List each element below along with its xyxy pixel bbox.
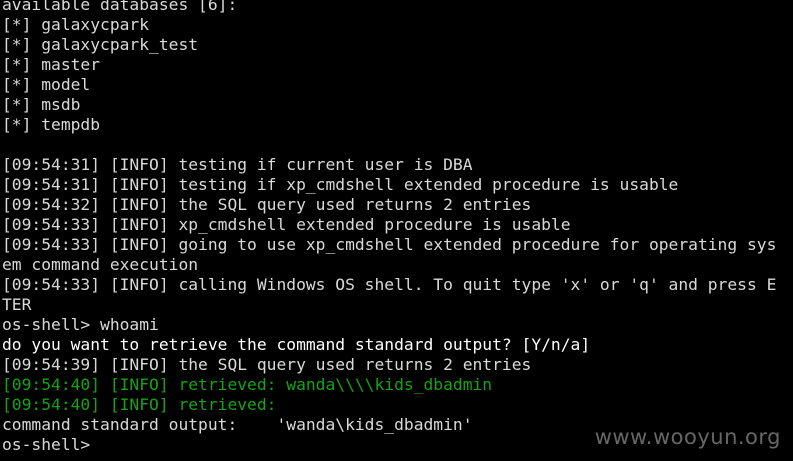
terminal-line: [*] galaxycpark_test <box>2 35 199 54</box>
terminal-line: [09:54:33] [INFO] xp_cmdshell extended p… <box>2 215 571 234</box>
shell-command-line: os-shell> whoami <box>2 315 159 334</box>
terminal-line: [09:54:31] [INFO] testing if xp_cmdshell… <box>2 175 679 194</box>
retrieved-line: [09:54:40] [INFO] retrieved: <box>2 395 277 414</box>
terminal-line: [*] galaxycpark <box>2 15 150 34</box>
retrieve-output-prompt: do you want to retrieve the command stan… <box>2 335 591 354</box>
terminal-line: [*] tempdb <box>2 115 101 134</box>
terminal-window[interactable]: available databases [6]: [*] galaxycpark… <box>0 0 793 461</box>
terminal-line: [09:54:33] [INFO] going to use xp_cmdshe… <box>2 235 777 254</box>
terminal-line: em command execution <box>2 255 199 274</box>
terminal-line: [*] model <box>2 75 91 94</box>
retrieved-line: [09:54:40] [INFO] retrieved: wanda\\\\ki… <box>2 375 493 394</box>
terminal-line: available databases [6]: <box>2 0 238 14</box>
terminal-output: available databases [6]: [*] galaxycpark… <box>2 0 776 455</box>
terminal-line: [*] master <box>2 55 101 74</box>
terminal-line: TER <box>2 295 32 314</box>
terminal-line: [09:54:32] [INFO] the SQL query used ret… <box>2 195 532 214</box>
terminal-line: [09:54:31] [INFO] testing if current use… <box>2 155 473 174</box>
terminal-line: [*] msdb <box>2 95 81 114</box>
terminal-line: [09:54:33] [INFO] calling Windows OS she… <box>2 275 777 294</box>
terminal-line: [09:54:39] [INFO] the SQL query used ret… <box>2 355 532 374</box>
watermark: www.wooyun.org <box>594 425 781 449</box>
